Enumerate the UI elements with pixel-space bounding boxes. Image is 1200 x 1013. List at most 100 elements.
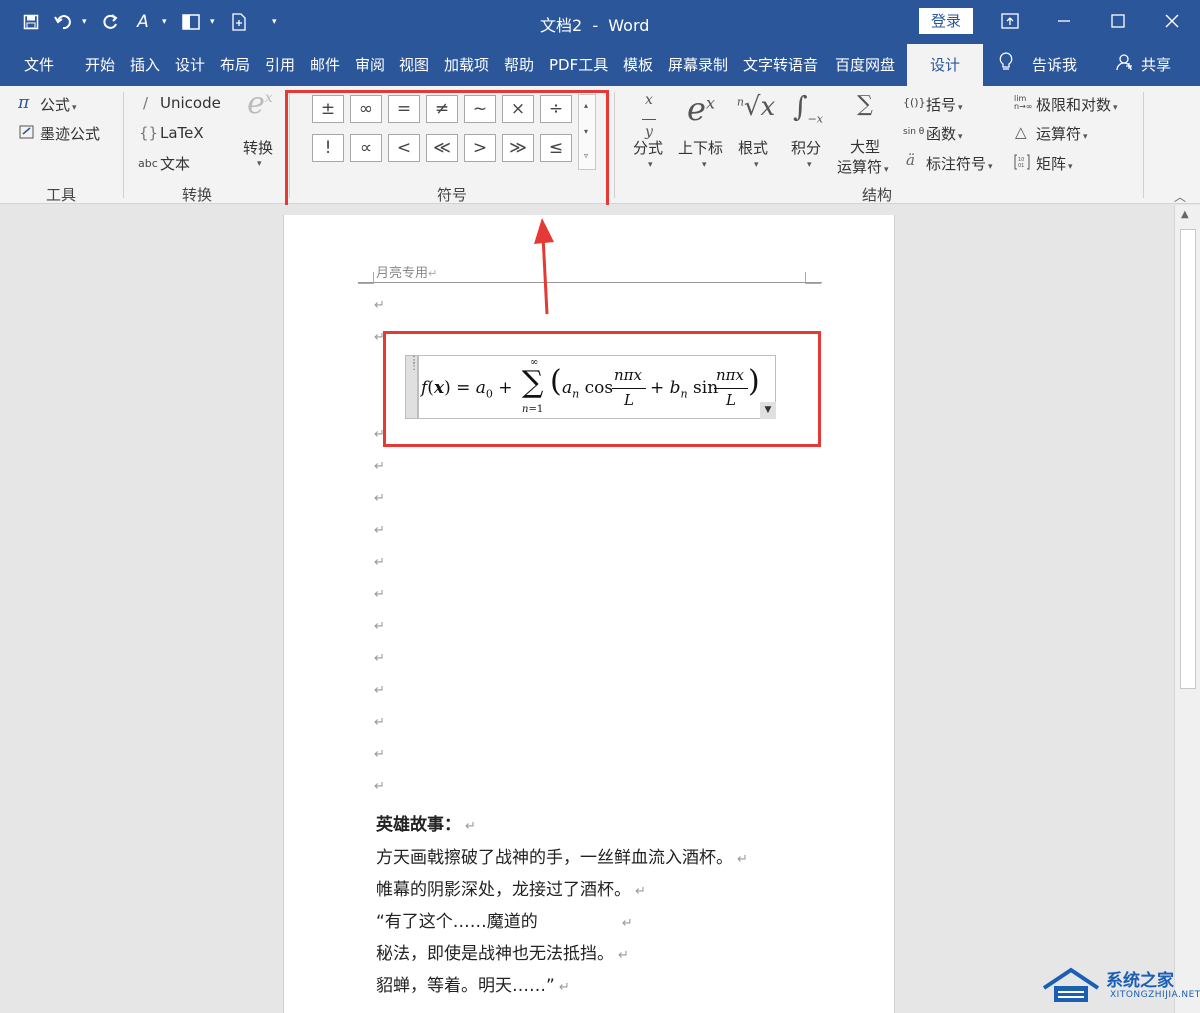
layout-icon[interactable] <box>178 10 204 34</box>
latex-option[interactable]: LaTeX <box>160 124 204 142</box>
annotation-arrow <box>534 218 554 315</box>
matrix-icon: 10 01 <box>1014 154 1030 174</box>
convert-button[interactable]: 转换 <box>243 137 273 158</box>
tab-layout[interactable]: 布局 <box>220 54 250 75</box>
tab-baidu-netdisk[interactable]: 百度网盘 <box>835 54 895 75</box>
convert-icon: ex <box>247 86 273 121</box>
tab-text-to-speech[interactable]: 文字转语音 <box>743 54 818 75</box>
save-icon[interactable] <box>18 10 44 34</box>
limit-log-button[interactable]: 极限和对数 ▾ <box>1036 94 1118 115</box>
radical-icon: n√x <box>736 92 776 122</box>
text-abc-icon: abc <box>138 157 158 170</box>
radical-dropdown-icon[interactable]: ▾ <box>754 160 759 170</box>
function-button[interactable]: 函数 ▾ <box>926 123 963 144</box>
text-option[interactable]: 文本 <box>160 153 190 174</box>
matrix-button[interactable]: 矩阵 ▾ <box>1036 153 1073 174</box>
script-dropdown-icon[interactable]: ▾ <box>702 160 707 170</box>
tab-insert[interactable]: 插入 <box>130 54 160 75</box>
format-dropdown-icon[interactable]: ▾ <box>162 17 172 27</box>
separator <box>1143 92 1144 198</box>
convert-dropdown-icon[interactable]: ▾ <box>257 159 262 169</box>
equation-options-dropdown-icon[interactable]: ▼ <box>760 402 776 419</box>
symbols-highlight-box <box>285 90 609 216</box>
tab-help[interactable]: 帮助 <box>504 54 534 75</box>
paragraph-mark: ↵ <box>374 298 385 313</box>
page-header-text: 月亮专用↵ <box>376 266 438 281</box>
story-line: “有了这个……魔道的 ↵ <box>376 912 633 932</box>
paragraph-mark: ↵ <box>374 651 385 666</box>
separator <box>123 92 124 198</box>
integral-icon: ∫−x <box>792 90 823 126</box>
maximize-icon[interactable] <box>1098 6 1138 36</box>
header-divider <box>358 282 822 283</box>
redo-icon[interactable] <box>98 10 124 34</box>
accent-icon: ä <box>906 151 915 169</box>
operator-button[interactable]: 运算符 ▾ <box>1036 123 1088 144</box>
limit-log-icon: lim n→∞ <box>1014 94 1033 111</box>
undo-dropdown-icon[interactable]: ▾ <box>82 17 92 27</box>
minimize-icon[interactable] <box>1044 6 1084 36</box>
tab-equation-design[interactable]: 设计 <box>907 44 983 86</box>
ink-equation-button[interactable]: 墨迹公式 <box>40 123 100 144</box>
separator <box>614 92 615 198</box>
share-button[interactable]: 共享 <box>1141 54 1171 75</box>
tab-home[interactable]: 开始 <box>85 54 115 75</box>
operator-icon: △ <box>1015 123 1027 141</box>
ribbon-tabs: 文件 开始 插入 设计 布局 引用 邮件 审阅 视图 加载项 帮助 PDF工具 … <box>0 44 1200 86</box>
title-bar: ▾ A ▾ ▾ ▾ 文档2 - Word 登录 <box>0 0 1200 44</box>
collapse-ribbon-icon[interactable]: ︿ <box>1174 188 1186 205</box>
tab-pdf-tools[interactable]: PDF工具 <box>549 54 608 75</box>
unicode-slash-icon: / <box>143 94 149 112</box>
large-operator-button[interactable]: 运算符 ▾ <box>837 156 889 177</box>
equation-move-handle[interactable]: ⋮ ⋮ <box>405 355 419 419</box>
fraction-button[interactable]: 分式 <box>633 137 663 158</box>
tab-mailings[interactable]: 邮件 <box>310 54 340 75</box>
undo-icon[interactable] <box>50 10 76 34</box>
tell-me-search[interactable]: 告诉我 <box>1032 54 1077 75</box>
script-icon: ex <box>687 90 715 128</box>
fraction-icon: xy <box>634 92 664 140</box>
close-icon[interactable] <box>1152 6 1192 36</box>
script-button[interactable]: 上下标 <box>678 137 723 158</box>
accent-button[interactable]: 标注符号 ▾ <box>926 153 993 174</box>
tab-design[interactable]: 设计 <box>175 54 205 75</box>
story-line: 帷幕的阴影深处，龙接过了酒杯。 ↵ <box>376 880 646 900</box>
bracket-button[interactable]: 括号 ▾ <box>926 94 963 115</box>
paragraph-mark: ↵ <box>374 587 385 602</box>
layout-dropdown-icon[interactable]: ▾ <box>210 17 220 27</box>
tab-addins[interactable]: 加载项 <box>444 54 489 75</box>
paragraph-mark: ↵ <box>374 747 385 762</box>
story-line: 方天画戟擦破了战神的手，一丝鲜血流入酒杯。 ↵ <box>376 848 748 868</box>
fraction-dropdown-icon[interactable]: ▾ <box>648 160 653 170</box>
group-label-convert: 转换 <box>182 186 213 204</box>
unicode-option[interactable]: Unicode <box>160 94 221 112</box>
svg-text:01: 01 <box>1018 163 1024 169</box>
tab-templates[interactable]: 模板 <box>623 54 653 75</box>
scroll-up-arrow-icon[interactable]: ▲ <box>1181 209 1189 220</box>
equation-button[interactable]: 公式 ▾ <box>40 94 77 115</box>
paragraph-mark: ↵ <box>374 619 385 634</box>
radical-button[interactable]: 根式 <box>738 137 768 158</box>
margin-corner-mark <box>358 272 374 284</box>
integral-button[interactable]: 积分 <box>791 137 821 158</box>
ink-equation-icon <box>19 124 35 144</box>
tab-review[interactable]: 审阅 <box>355 54 385 75</box>
ribbon-display-icon[interactable] <box>990 6 1030 36</box>
customize-qat-icon[interactable]: ▾ <box>272 17 282 27</box>
tab-screen-record[interactable]: 屏幕录制 <box>668 54 728 75</box>
format-painter-icon[interactable]: A <box>130 10 156 34</box>
new-doc-icon[interactable] <box>226 10 252 34</box>
site-watermark: 系统之家 XITONGZHIJIA.NET <box>1040 962 1200 1013</box>
lightbulb-icon <box>998 52 1014 76</box>
person-icon <box>1116 53 1134 75</box>
tab-file[interactable]: 文件 <box>24 54 54 75</box>
tab-view[interactable]: 视图 <box>399 54 429 75</box>
story-heading: 英雄故事： ↵ <box>376 815 476 835</box>
scrollbar-thumb[interactable] <box>1180 229 1196 689</box>
login-button[interactable]: 登录 <box>919 8 973 34</box>
vertical-scrollbar[interactable]: ▲ <box>1174 205 1200 1013</box>
paragraph-mark: ↵ <box>374 459 385 474</box>
paragraph-mark: ↵ <box>374 779 385 794</box>
tab-references[interactable]: 引用 <box>265 54 295 75</box>
integral-dropdown-icon[interactable]: ▾ <box>807 160 812 170</box>
